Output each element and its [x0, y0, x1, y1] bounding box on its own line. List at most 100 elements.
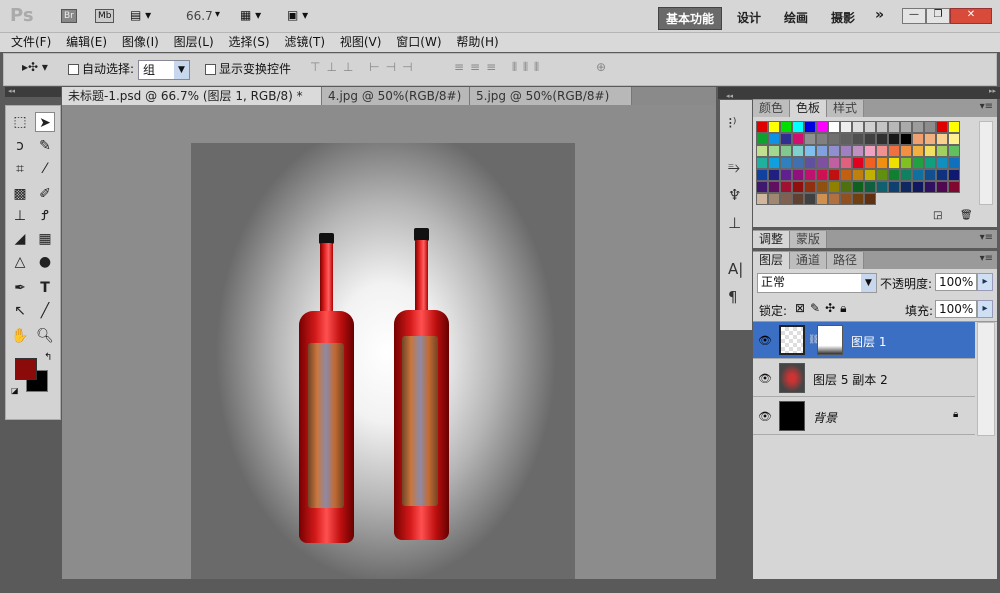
color-swatch[interactable]: [780, 157, 792, 169]
color-swatch[interactable]: [756, 133, 768, 145]
color-swatch[interactable]: [804, 181, 816, 193]
color-swatch[interactable]: [792, 193, 804, 205]
color-swatch[interactable]: [804, 169, 816, 181]
color-swatch[interactable]: [876, 133, 888, 145]
visibility-eye-icon[interactable]: 👁︎: [758, 410, 772, 423]
menu-layer[interactable]: 图层(L): [174, 33, 214, 52]
tab-layers[interactable]: 图层: [753, 252, 791, 269]
close-button[interactable]: ✕: [950, 8, 992, 24]
tab-swatches[interactable]: 色板: [790, 100, 828, 117]
color-swatch[interactable]: [864, 121, 876, 133]
color-swatch[interactable]: [828, 133, 840, 145]
color-swatch[interactable]: [792, 157, 804, 169]
color-swatch[interactable]: [864, 181, 876, 193]
color-swatch[interactable]: [912, 169, 924, 181]
type-tool-icon[interactable]: T: [35, 278, 55, 298]
blend-mode-dropdown[interactable]: 正常 ▼: [757, 273, 877, 293]
panel-menu-icon[interactable]: ▾≡: [980, 232, 993, 243]
color-swatch[interactable]: [780, 121, 792, 133]
menu-file[interactable]: 文件(F): [11, 33, 51, 52]
color-swatch[interactable]: [912, 121, 924, 133]
color-swatch[interactable]: [876, 145, 888, 157]
color-swatch[interactable]: [816, 157, 828, 169]
color-swatch[interactable]: [840, 145, 852, 157]
auto-select-dropdown[interactable]: 组 ▼: [138, 60, 190, 80]
color-swatch[interactable]: [840, 193, 852, 205]
color-swatch[interactable]: [792, 169, 804, 181]
color-swatch[interactable]: [888, 133, 900, 145]
color-swatch[interactable]: [828, 121, 840, 133]
color-swatch[interactable]: [816, 145, 828, 157]
color-swatch[interactable]: [936, 157, 948, 169]
default-colors-icon[interactable]: ◪: [11, 386, 19, 395]
workspace-photography[interactable]: 摄影: [824, 7, 862, 28]
color-swatch[interactable]: [948, 121, 960, 133]
layers-scrollbar[interactable]: [977, 322, 995, 436]
layer-mask-thumbnail[interactable]: [817, 325, 843, 355]
panel-dock-header[interactable]: ◂◂ ▸▸: [718, 87, 1000, 100]
toolbar-collapse-icon[interactable]: ◂◂: [5, 87, 61, 97]
color-swatch[interactable]: [756, 193, 768, 205]
color-swatch[interactable]: [888, 145, 900, 157]
lock-icons[interactable]: ⊠✎✣🔒︎: [795, 301, 852, 316]
chevron-down-icon[interactable]: ▾: [215, 9, 220, 20]
lasso-tool-icon[interactable]: ↄ: [10, 136, 30, 156]
marquee-tool-icon[interactable]: ⬚: [10, 112, 30, 132]
color-swatch[interactable]: [840, 157, 852, 169]
visibility-eye-icon[interactable]: 👁︎: [758, 334, 772, 347]
color-swatch[interactable]: [828, 157, 840, 169]
color-swatch[interactable]: [768, 193, 780, 205]
menu-select[interactable]: 选择(S): [229, 33, 270, 52]
path-select-tool-icon[interactable]: ↖: [10, 301, 30, 321]
healing-brush-tool-icon[interactable]: ▩: [10, 184, 30, 204]
color-swatch[interactable]: [864, 169, 876, 181]
line-tool-icon[interactable]: ╱: [35, 301, 55, 321]
color-swatch[interactable]: [768, 181, 780, 193]
color-swatch[interactable]: [936, 133, 948, 145]
color-swatch[interactable]: [948, 169, 960, 181]
menu-filter[interactable]: 滤镜(T): [284, 33, 325, 52]
workspace-essentials[interactable]: 基本功能: [658, 7, 723, 30]
clone-source-icon[interactable]: ⊥: [728, 214, 741, 232]
color-swatch[interactable]: [768, 121, 780, 133]
color-swatch[interactable]: [852, 121, 864, 133]
screen-mode-icon[interactable]: ▣ ▾: [287, 8, 308, 22]
color-swatch[interactable]: [816, 121, 828, 133]
color-swatch[interactable]: [780, 145, 792, 157]
color-swatch[interactable]: [924, 181, 936, 193]
color-swatch[interactable]: [756, 145, 768, 157]
color-swatch[interactable]: [852, 157, 864, 169]
color-swatch[interactable]: [756, 169, 768, 181]
clone-stamp-tool-icon[interactable]: ⊥: [10, 206, 30, 226]
tab-masks[interactable]: 蒙版: [790, 231, 828, 248]
color-swatch[interactable]: [864, 193, 876, 205]
tab-untitled-1[interactable]: 未标题-1.psd @ 66.7% (图层 1, RGB/8) *×: [62, 87, 322, 122]
color-swatch[interactable]: [804, 145, 816, 157]
quick-select-tool-icon[interactable]: ✎: [35, 136, 55, 156]
color-swatch[interactable]: [816, 181, 828, 193]
color-swatch[interactable]: [768, 133, 780, 145]
zoom-tool-icon[interactable]: 🔍︎: [35, 326, 55, 346]
color-swatch[interactable]: [780, 181, 792, 193]
distribute-buttons-icon[interactable]: ≡≡≡ ⫴⫴⫴: [454, 60, 545, 75]
color-swatch[interactable]: [924, 169, 936, 181]
color-swatch[interactable]: [852, 145, 864, 157]
pen-tool-icon[interactable]: ✒: [10, 278, 30, 298]
tab-color[interactable]: 颜色: [753, 100, 791, 117]
color-swatch[interactable]: [924, 157, 936, 169]
fill-input[interactable]: 100%: [935, 300, 977, 318]
color-swatch[interactable]: [852, 181, 864, 193]
color-swatch[interactable]: [804, 121, 816, 133]
dodge-tool-icon[interactable]: ●: [35, 252, 55, 272]
color-swatch[interactable]: [804, 193, 816, 205]
trash-icon[interactable]: 🗑︎: [960, 210, 973, 221]
color-swatch[interactable]: [948, 181, 960, 193]
more-workspaces-button[interactable]: »: [868, 5, 891, 25]
foreground-color-swatch[interactable]: [15, 358, 37, 380]
color-swatch[interactable]: [948, 133, 960, 145]
color-swatch[interactable]: [876, 169, 888, 181]
color-swatch[interactable]: [792, 133, 804, 145]
color-swatch[interactable]: [852, 133, 864, 145]
tab-4-jpg[interactable]: 4.jpg @ 50%(RGB/8#)×: [322, 87, 470, 122]
opacity-input[interactable]: 100%: [935, 273, 977, 291]
